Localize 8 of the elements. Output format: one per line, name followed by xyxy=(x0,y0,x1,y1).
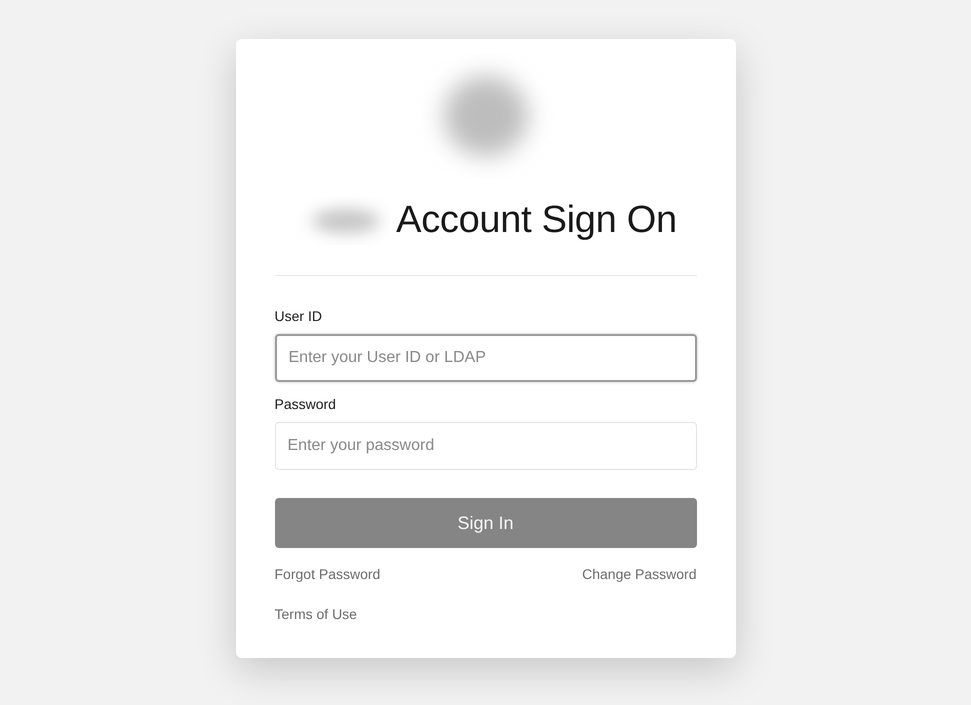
sign-in-button[interactable]: Sign In xyxy=(274,498,696,548)
input-field[interactable]: Enter your User ID or LDAP xyxy=(274,334,696,382)
field-label: User ID xyxy=(274,307,323,326)
text-link[interactable]: Forgot Password xyxy=(274,566,380,582)
field-label: Password xyxy=(274,395,337,414)
text-link[interactable]: Change Password xyxy=(582,566,696,582)
text-link[interactable]: Terms of Use xyxy=(274,606,357,622)
page-title: Account Sign On xyxy=(396,198,677,242)
